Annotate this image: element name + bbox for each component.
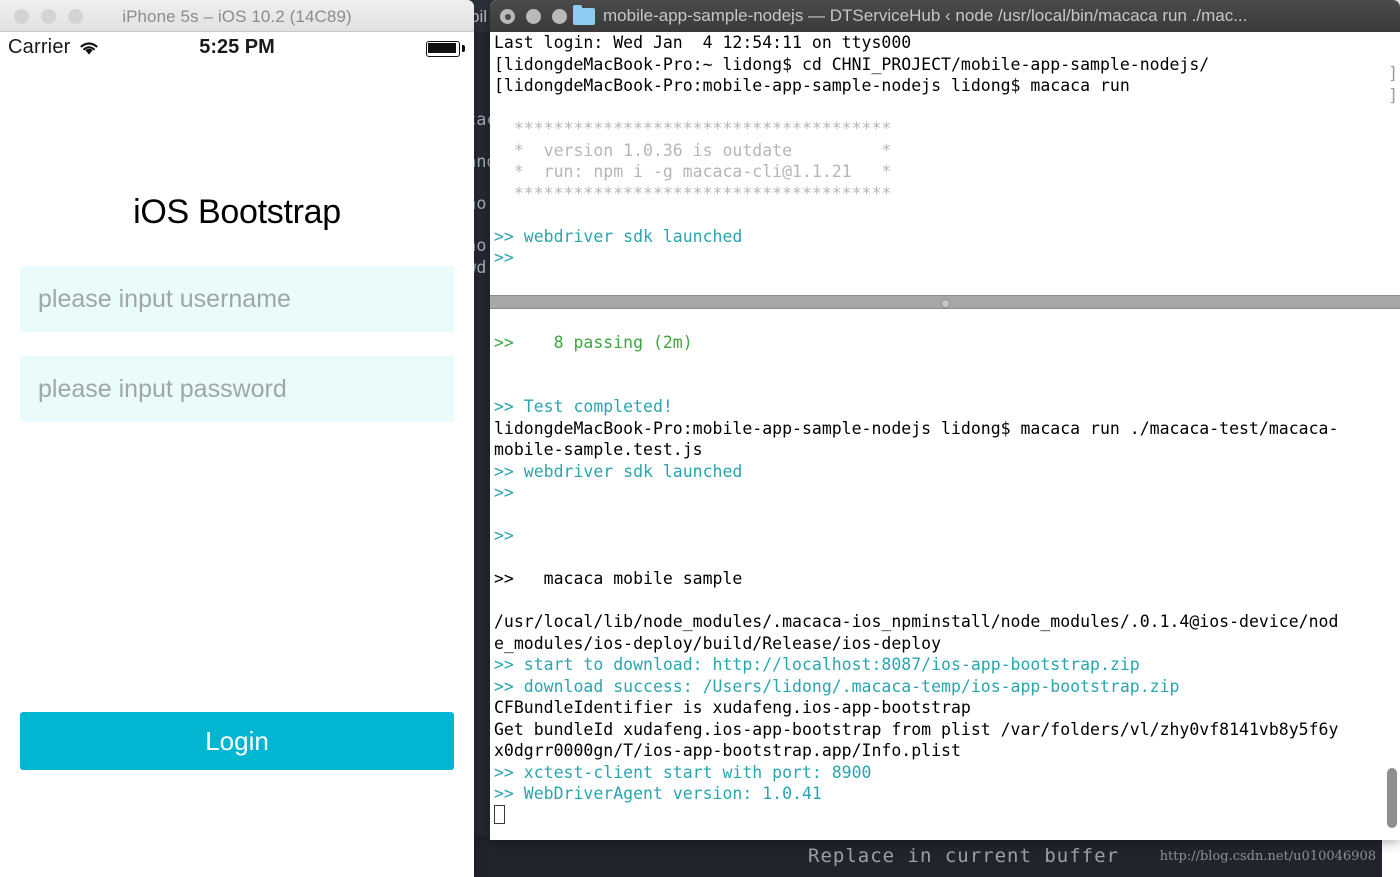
- terminal-line: * version 1.0.36 is outdate *: [494, 140, 892, 160]
- screen-root: bil cac and no no wd Replace in current …: [0, 0, 1400, 877]
- terminal-line: Get bundleId xudafeng.ios-app-bootstrap …: [494, 719, 1339, 739]
- terminal-line: >> 8 passing (2m): [494, 332, 693, 352]
- terminal-cursor: [494, 804, 1396, 827]
- terminal-top-pane[interactable]: Last login: Wed Jan 4 12:54:11 on ttys00…: [494, 32, 1396, 295]
- watermark-url: http://blog.csdn.net/u010046908: [1159, 849, 1376, 864]
- terminal-line: >>: [494, 248, 514, 267]
- terminal-line: Last login: Wed Jan 4 12:54:11 on ttys00…: [494, 33, 912, 52]
- terminal-line: mobile-sample.test.js: [494, 440, 703, 459]
- password-placeholder: please input password: [38, 374, 287, 403]
- terminal-line: >> Test completed!: [494, 397, 673, 416]
- app-title: iOS Bootstrap: [133, 193, 341, 231]
- status-bar-time: 5:25 PM: [199, 36, 275, 58]
- terminal-line: >> webdriver sdk launched: [494, 226, 743, 246]
- terminal-line: [lidongdeMacBook-Pro:~ lidong$ cd CHNI_P…: [494, 54, 1210, 74]
- line-wrap-marker: ]: [1388, 64, 1398, 83]
- terminal-body[interactable]: Last login: Wed Jan 4 12:54:11 on ttys00…: [494, 32, 1396, 838]
- login-button[interactable]: Login: [20, 712, 454, 770]
- username-input[interactable]: please input username: [20, 266, 454, 332]
- terminal-window-title: mobile-app-sample-nodejs — DTServiceHub …: [603, 6, 1248, 25]
- terminal-traffic-lights[interactable]: [500, 9, 567, 24]
- terminal-split-divider[interactable]: [490, 295, 1400, 309]
- simulator-window-title: iPhone 5s – iOS 10.2 (14C89): [122, 7, 352, 26]
- terminal-line: CFBundleIdentifier is xudafeng.ios-app-b…: [494, 698, 971, 717]
- split-divider-grip[interactable]: [941, 299, 950, 308]
- username-placeholder: please input username: [38, 284, 291, 313]
- terminal-line: x0dgrr0000gn/T/ios-app-bootstrap.app/Inf…: [494, 741, 961, 760]
- terminal-line: /usr/local/lib/node_modules/.macaca-ios_…: [494, 612, 1339, 631]
- terminal-line: >> webdriver sdk launched: [494, 461, 743, 481]
- terminal-line: **************************************: [494, 183, 892, 203]
- terminal-line: lidongdeMacBook-Pro:mobile-app-sample-no…: [494, 418, 1339, 438]
- background-editor-statusbar: Replace in current buffer http://blog.cs…: [462, 835, 1382, 877]
- password-input[interactable]: please input password: [20, 356, 454, 422]
- terminal-line: >> macaca mobile sample: [494, 569, 743, 588]
- terminal-line: >> start to download: http://localhost:8…: [494, 655, 1140, 674]
- ios-simulator-window[interactable]: iPhone 5s – iOS 10.2 (14C89) Carrier 5:2…: [0, 0, 474, 877]
- zoom-button[interactable]: [552, 9, 567, 24]
- ios-status-bar: Carrier 5:25 PM: [0, 33, 474, 63]
- terminal-line: e_modules/ios-deploy/build/Release/ios-d…: [494, 633, 942, 653]
- line-wrap-marker: ]: [1388, 86, 1398, 105]
- terminal-line: >> xctest-client start with port: 8900: [494, 762, 872, 782]
- terminal-line: [lidongdeMacBook-Pro:mobile-app-sample-n…: [494, 76, 1130, 95]
- terminal-scrollbar[interactable]: [1387, 768, 1397, 828]
- terminal-line: * run: npm i -g macaca-cli@1.1.21 *: [494, 162, 892, 181]
- terminal-window[interactable]: mobile-app-sample-nodejs — DTServiceHub …: [490, 0, 1400, 840]
- folder-icon: [573, 5, 595, 25]
- simulator-screen: Carrier 5:25 PM iOS Bootstrap please inp…: [0, 33, 474, 877]
- terminal-line: >> WebDriverAgent version: 1.0.41: [494, 784, 822, 803]
- terminal-bottom-pane[interactable]: >> 8 passing (2m) >> Test completed! lido…: [494, 310, 1396, 838]
- battery-tip-icon: [462, 45, 465, 52]
- replace-buffer-status: Replace in current buffer: [808, 845, 1119, 867]
- close-button[interactable]: [500, 9, 515, 24]
- terminal-line: **************************************: [494, 119, 892, 138]
- terminal-line: >>: [494, 483, 514, 502]
- minimize-button[interactable]: [526, 9, 541, 24]
- simulator-titlebar[interactable]: iPhone 5s – iOS 10.2 (14C89): [0, 0, 474, 32]
- terminal-line: >>: [494, 526, 514, 545]
- battery-icon: [426, 41, 460, 57]
- terminal-line: >> download success: /Users/lidong/.maca…: [494, 676, 1180, 696]
- terminal-titlebar[interactable]: mobile-app-sample-nodejs — DTServiceHub …: [490, 0, 1400, 32]
